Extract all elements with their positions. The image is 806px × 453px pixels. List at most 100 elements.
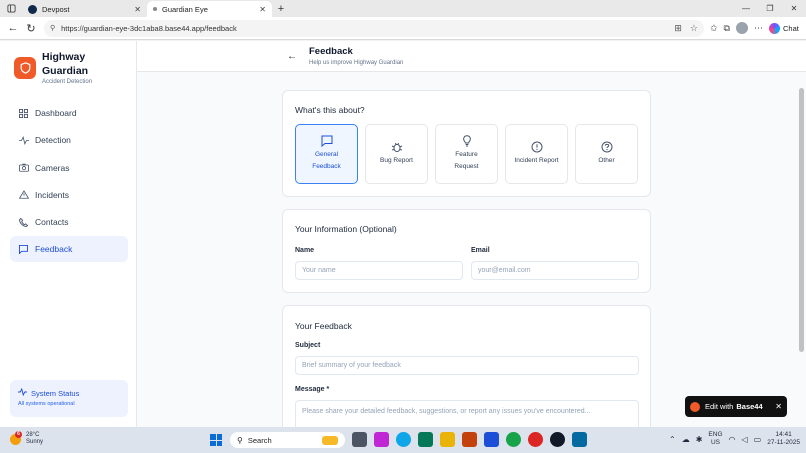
- window-controls: — ❐ ✕: [734, 0, 806, 17]
- sidebar-item-dashboard[interactable]: Dashboard: [10, 100, 128, 126]
- taskbar-apps: [352, 432, 587, 447]
- chrome-icon[interactable]: [528, 432, 543, 447]
- email-label: Email: [471, 247, 490, 254]
- edge-icon[interactable]: [396, 432, 411, 447]
- card-title: What's this about?: [295, 105, 365, 115]
- devpost-favicon-icon: [28, 4, 37, 14]
- activity-icon: [18, 387, 27, 398]
- name-field[interactable]: Your name: [295, 261, 463, 280]
- category-card: What's this about? General Feedback Bug …: [282, 90, 651, 197]
- chevron-up-icon[interactable]: ⌃: [669, 435, 676, 444]
- base44-prefix: Edit with: [705, 402, 734, 411]
- loading-favicon-icon: [153, 7, 157, 11]
- shield-logo-icon: [14, 57, 36, 79]
- tab-actions-icon[interactable]: [0, 0, 22, 17]
- clock[interactable]: 14:41 27-11-2025: [767, 431, 800, 447]
- weather-badge: 6: [15, 430, 22, 438]
- system-status-subtitle: All systems operational: [18, 401, 75, 407]
- chatgpt-icon[interactable]: [550, 432, 565, 447]
- copilot-app-icon[interactable]: [374, 432, 389, 447]
- email-field[interactable]: your@email.com: [471, 261, 639, 280]
- page-subtitle: Help us improve Highway Guardian: [309, 60, 404, 66]
- battery-icon[interactable]: ▭: [754, 435, 762, 444]
- sidebar-item-label: Dashboard: [35, 108, 77, 118]
- page-scrollbar[interactable]: [799, 88, 804, 352]
- back-icon[interactable]: ←: [4, 19, 22, 37]
- minimize-icon[interactable]: —: [734, 0, 758, 17]
- close-tab-icon[interactable]: ✕: [134, 5, 141, 14]
- pycharm-icon[interactable]: [418, 432, 433, 447]
- weather-widget[interactable]: 6 28°C Sunny: [10, 430, 43, 446]
- language-indicator[interactable]: ENG US: [708, 431, 722, 447]
- sidebar-item-contacts[interactable]: Contacts: [10, 209, 128, 235]
- back-arrow-icon[interactable]: ←: [287, 51, 297, 62]
- close-icon[interactable]: ✕: [775, 402, 782, 411]
- tab-title: Guardian Eye: [162, 4, 208, 14]
- name-label: Name: [295, 247, 315, 254]
- volume-icon[interactable]: ◁: [742, 435, 748, 444]
- file-explorer-icon[interactable]: [440, 432, 455, 447]
- time: 14:41: [775, 431, 792, 438]
- taskbar-search[interactable]: ⚲ Search: [230, 432, 345, 448]
- windows-start-icon[interactable]: [210, 434, 222, 446]
- sidebar-item-label: Incidents: [35, 189, 70, 200]
- subject-label: Subject: [295, 342, 321, 349]
- sidebar-item-cameras[interactable]: Cameras: [10, 155, 128, 181]
- sidebar-item-label: Cameras: [35, 162, 70, 173]
- category-feature-request[interactable]: Feature Request: [435, 124, 498, 184]
- message-textarea[interactable]: Please share your detailed feedback, sug…: [295, 400, 639, 427]
- category-general-feedback[interactable]: General Feedback: [295, 124, 358, 184]
- base44-brand: Base44: [736, 402, 763, 411]
- close-window-icon[interactable]: ✕: [782, 0, 806, 17]
- weather-temp: 28°C: [26, 432, 40, 438]
- category-other[interactable]: Other: [575, 124, 638, 184]
- camera-icon: [18, 163, 29, 172]
- close-tab-icon[interactable]: ✕: [259, 5, 266, 14]
- favorites-icon[interactable]: ✩: [710, 23, 718, 34]
- profile-avatar[interactable]: [735, 22, 748, 34]
- card-title: Your Feedback: [295, 321, 352, 331]
- new-tab-button[interactable]: +: [272, 1, 290, 17]
- alert-circle-icon: [531, 141, 543, 153]
- collections-icon[interactable]: ⧉: [724, 23, 730, 34]
- sidebar-item-feedback[interactable]: Feedback: [10, 236, 128, 263]
- bluetooth-icon[interactable]: ✱: [696, 435, 703, 444]
- site-info-icon[interactable]: ⚲: [50, 24, 55, 32]
- more-menu-icon[interactable]: ⋯: [754, 23, 763, 34]
- subject-field[interactable]: Brief summary of your feedback: [295, 356, 639, 375]
- system-status-title: System Status: [31, 388, 80, 398]
- refresh-icon[interactable]: ↻: [22, 19, 40, 37]
- task-view-icon[interactable]: [352, 432, 367, 447]
- category-label: General Feedback: [312, 151, 341, 170]
- web-page: Highway Guardian Accident Detection Dash…: [0, 41, 806, 427]
- whatsapp-icon[interactable]: [506, 432, 521, 447]
- maximize-icon[interactable]: ❐: [758, 0, 782, 17]
- help-circle-icon: [601, 141, 613, 153]
- date: 27-11-2025: [767, 439, 800, 446]
- address-bar[interactable]: ⚲ https://guardian-eye-3dc1aba8.base44.a…: [44, 19, 704, 37]
- wifi-icon[interactable]: ◠: [729, 435, 736, 444]
- message-label: Message *: [295, 386, 330, 393]
- sidebar-item-detection[interactable]: Detection: [10, 127, 128, 153]
- category-label: Bug Report: [380, 157, 413, 164]
- sidebar-item-incidents[interactable]: Incidents: [10, 182, 128, 208]
- category-bug-report[interactable]: Bug Report: [365, 124, 428, 184]
- powerpoint-icon[interactable]: [462, 432, 477, 447]
- lightbulb-icon: [461, 135, 473, 147]
- browser-tab-devpost[interactable]: Devpost ✕: [22, 1, 147, 17]
- edit-with-base44-button[interactable]: Edit with Base44 ✕: [685, 396, 787, 417]
- system-tray: ⌃ ☁ ✱ ENG US ◠ ◁ ▭ 14:41 27-11-2025: [669, 431, 800, 447]
- favorite-star-icon[interactable]: ☆: [690, 23, 698, 34]
- app-available-icon[interactable]: ⊞: [674, 23, 682, 34]
- brand-subtitle: Accident Detection: [42, 79, 93, 85]
- category-incident-report[interactable]: Incident Report: [505, 124, 568, 184]
- word-icon[interactable]: [484, 432, 499, 447]
- page-title: Feedback: [309, 46, 353, 57]
- browser-toolbar: ← ↻ ⚲ https://guardian-eye-3dc1aba8.base…: [0, 17, 806, 40]
- snipping-tool-icon[interactable]: [572, 432, 587, 447]
- copilot-chat-button[interactable]: Chat: [768, 22, 799, 34]
- search-highlight-icon: [322, 435, 338, 445]
- bug-icon: [391, 141, 403, 153]
- browser-tab-guardian-eye[interactable]: Guardian Eye ✕: [147, 1, 272, 17]
- onedrive-icon[interactable]: ☁: [682, 435, 690, 444]
